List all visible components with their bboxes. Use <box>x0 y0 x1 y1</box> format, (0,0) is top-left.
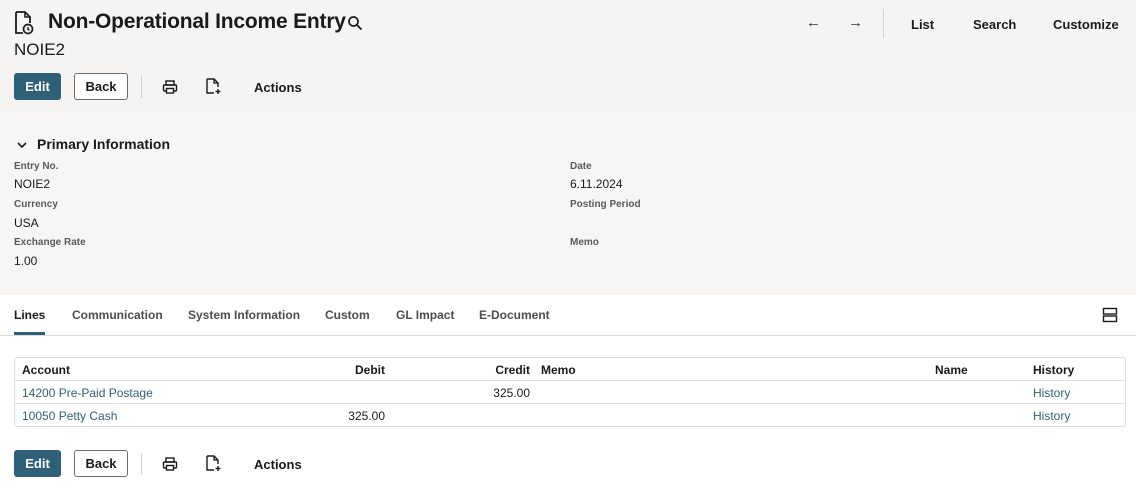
search-link[interactable]: Search <box>973 17 1016 32</box>
history-link[interactable]: History <box>1033 409 1070 423</box>
memo-label: Memo <box>570 237 599 248</box>
debit-value: 325.00 <box>348 409 385 423</box>
print-icon[interactable] <box>162 79 178 95</box>
tab-e-document[interactable]: E-Document <box>479 308 550 322</box>
next-record-button[interactable]: → <box>848 14 863 31</box>
credit-value: 325.00 <box>493 386 530 400</box>
tab-gl-impact[interactable]: GL Impact <box>396 308 454 322</box>
edit-button[interactable]: Edit <box>14 73 61 100</box>
customize-link[interactable]: Customize <box>1053 17 1119 32</box>
record-id: NOIE2 <box>14 40 66 59</box>
column-header-history[interactable]: History <box>1033 363 1074 377</box>
chevron-down-icon[interactable] <box>16 139 28 151</box>
posting-period-label: Posting Period <box>570 199 641 210</box>
search-icon[interactable] <box>347 15 363 31</box>
toolbar-divider <box>141 76 142 98</box>
actions-menu-bottom[interactable]: Actions <box>254 457 302 472</box>
tab-system-information[interactable]: System Information <box>188 308 300 322</box>
active-tab-indicator <box>14 332 45 335</box>
print-icon[interactable] <box>162 456 178 472</box>
exchange-rate-label: Exchange Rate <box>14 237 86 248</box>
edit-button-bottom[interactable]: Edit <box>14 450 61 477</box>
lines-table: Account Debit Credit Memo Name History 1… <box>14 357 1126 427</box>
account-link[interactable]: 14200 Pre-Paid Postage <box>22 386 153 400</box>
column-header-name[interactable]: Name <box>935 363 968 377</box>
primary-information-section: Primary Information Entry No. NOIE2 Curr… <box>0 114 1136 295</box>
actions-menu[interactable]: Actions <box>254 80 302 95</box>
exchange-rate-value: 1.00 <box>14 254 38 268</box>
column-header-account[interactable]: Account <box>22 363 70 377</box>
table-header-row: Account Debit Credit Memo Name History <box>15 358 1125 381</box>
previous-record-button[interactable]: ← <box>806 14 821 31</box>
tab-custom[interactable]: Custom <box>325 308 370 322</box>
new-document-icon[interactable] <box>205 455 221 471</box>
entry-no-value: NOIE2 <box>14 177 51 191</box>
list-link[interactable]: List <box>911 17 934 32</box>
page-title: Non-Operational Income Entry <box>48 10 346 33</box>
layout-toggle-icon[interactable] <box>1102 307 1118 323</box>
back-button[interactable]: Back <box>74 73 128 100</box>
tab-lines[interactable]: Lines <box>14 308 45 322</box>
toolbar-divider <box>141 453 142 475</box>
table-row: 14200 Pre-Paid Postage 325.00 History <box>15 381 1125 404</box>
nav-divider <box>883 9 884 38</box>
page-header: Non-Operational Income Entry NOIE2 ← → L… <box>0 0 1136 114</box>
account-link[interactable]: 10050 Petty Cash <box>22 409 117 423</box>
subtab-bar: Lines Communication System Information C… <box>0 295 1136 336</box>
currency-label: Currency <box>14 199 58 210</box>
section-title[interactable]: Primary Information <box>37 136 170 152</box>
table-row: 10050 Petty Cash 325.00 History <box>15 404 1125 427</box>
entry-no-label: Entry No. <box>14 161 59 172</box>
back-button-bottom[interactable]: Back <box>74 450 128 477</box>
column-header-memo[interactable]: Memo <box>541 363 576 377</box>
history-link[interactable]: History <box>1033 386 1070 400</box>
tab-communication[interactable]: Communication <box>72 308 163 322</box>
date-value: 6.11.2024 <box>570 177 623 191</box>
currency-value: USA <box>14 216 39 230</box>
column-header-credit[interactable]: Credit <box>460 363 530 377</box>
new-document-icon[interactable] <box>205 78 221 94</box>
column-header-debit[interactable]: Debit <box>315 363 385 377</box>
date-label: Date <box>570 161 592 172</box>
record-document-icon <box>15 11 34 35</box>
